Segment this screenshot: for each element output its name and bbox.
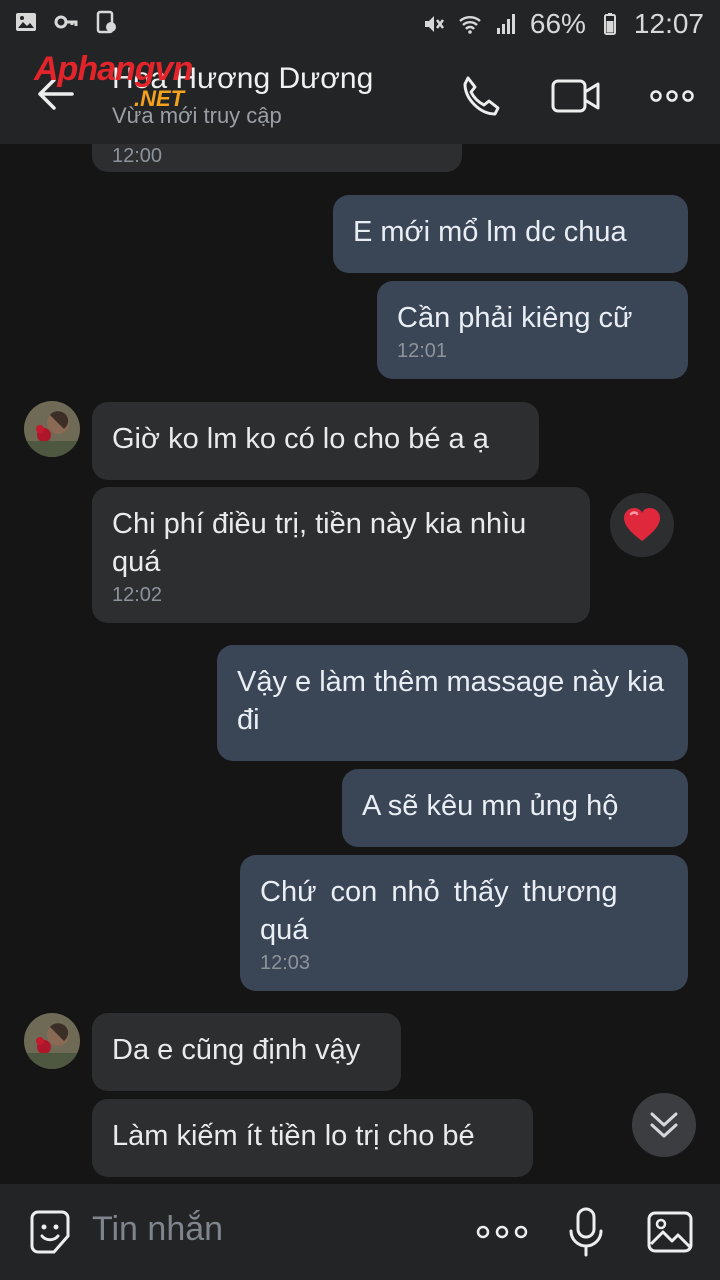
status-bar: 66% 12:07 xyxy=(0,0,720,48)
message-bubble-in[interactable]: Làm kiếm ít tiền lo trị cho bé xyxy=(92,1099,533,1177)
phone-icon xyxy=(463,76,500,116)
message-time: 12:01 xyxy=(397,340,448,362)
video-camera-icon xyxy=(551,79,600,113)
contact-avatar[interactable] xyxy=(24,401,80,457)
more-actions-button[interactable] xyxy=(474,1204,530,1260)
clock: 12:07 xyxy=(633,8,704,39)
chat-header: Hoa Hương Dương Vừa mới truy cập Aphangv… xyxy=(0,48,720,144)
message-bubble-in[interactable]: Da e cũng định vậy xyxy=(92,1013,401,1091)
heart-icon xyxy=(624,508,660,541)
more-dots-icon xyxy=(650,90,694,102)
message-text: A sẽ kêu mn ủng hộ xyxy=(362,790,619,822)
message-list[interactable]: 12:00 E mới mổ lm dc chua Cần phải kiêng… xyxy=(0,144,720,1184)
message-text: Vậy e làm thêm massage này kia đi xyxy=(237,666,665,736)
message-bubble-out[interactable]: Vậy e làm thêm massage này kia đi xyxy=(217,645,688,761)
message-bubble-in[interactable]: Giờ ko lm ko có lo cho bé a ạ xyxy=(92,402,539,480)
avatar-photo xyxy=(24,1013,80,1069)
avatar-photo xyxy=(24,401,80,457)
message-input[interactable]: Tin nhắn xyxy=(92,1210,223,1249)
smiley-sticker-icon xyxy=(30,1210,70,1254)
message-text: Chứ con nhỏ thấy thương quá xyxy=(260,876,618,946)
message-bubble-in[interactable]: 12:00 xyxy=(92,144,462,172)
more-options-button[interactable] xyxy=(644,68,700,124)
phone-data-icon xyxy=(96,10,116,34)
microphone-icon xyxy=(569,1207,603,1257)
message-text: Làm kiếm ít tiền lo trị cho bé xyxy=(112,1120,475,1152)
voice-call-button[interactable] xyxy=(452,68,508,124)
contact-avatar[interactable] xyxy=(24,1013,80,1069)
watermark-logo: Aphangvn xyxy=(34,50,193,88)
scroll-to-bottom-button[interactable] xyxy=(632,1093,696,1157)
battery-icon xyxy=(603,13,616,35)
status-right: 66% 12:07 xyxy=(422,8,704,40)
message-time: 12:02 xyxy=(112,584,163,606)
message-bubble-out[interactable]: A sẽ kêu mn ủng hộ xyxy=(342,769,688,847)
key-icon xyxy=(54,15,78,29)
message-text: Giờ ko lm ko có lo cho bé a ạ xyxy=(112,423,489,455)
message-bubble-out[interactable]: Chứ con nhỏ thấy thương quá 12:03 xyxy=(240,855,688,991)
gallery-button[interactable] xyxy=(642,1204,698,1260)
image-gallery-icon xyxy=(647,1211,693,1253)
status-left-icons xyxy=(14,10,118,34)
emoji-button[interactable] xyxy=(22,1204,78,1260)
message-bubble-in[interactable]: Chi phí điều trị, tiền này kia nhìu quá … xyxy=(92,487,590,623)
message-text: Da e cũng định vậy xyxy=(112,1034,361,1066)
more-dots-icon xyxy=(476,1225,528,1239)
watermark-logo-sub: .NET xyxy=(134,86,185,111)
message-text: E mới mổ lm dc chua xyxy=(353,216,627,248)
voice-record-button[interactable] xyxy=(558,1204,614,1260)
message-text: Chi phí điều trị, tiền này kia nhìu quá xyxy=(112,508,527,578)
reaction-badge[interactable] xyxy=(610,493,674,557)
message-composer: Tin nhắn xyxy=(0,1184,720,1280)
video-call-button[interactable] xyxy=(548,68,604,124)
message-bubble-out[interactable]: Cần phải kiêng cữ 12:01 xyxy=(377,281,688,379)
message-bubble-out[interactable]: E mới mổ lm dc chua xyxy=(333,195,688,273)
battery-percent: 66% xyxy=(529,8,586,39)
image-icon xyxy=(16,13,36,31)
signal-icon xyxy=(496,14,515,34)
message-time: 12:03 xyxy=(260,952,311,974)
message-text: Cần phải kiêng cữ xyxy=(397,302,633,334)
message-time: 12:00 xyxy=(112,145,163,167)
wifi-icon xyxy=(459,16,481,34)
mute-icon xyxy=(424,16,444,32)
double-chevron-down-icon xyxy=(650,1112,678,1138)
